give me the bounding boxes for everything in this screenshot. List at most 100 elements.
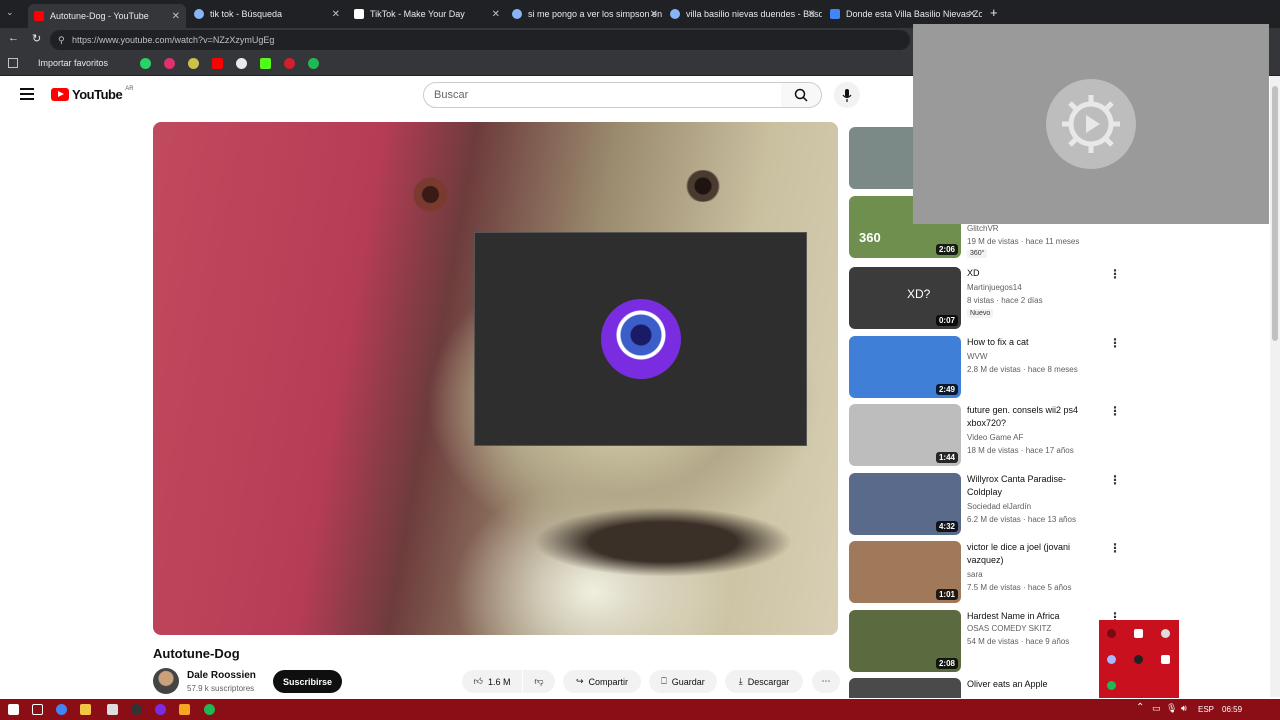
more-vert-icon[interactable]: ⋮ bbox=[1109, 404, 1121, 418]
microphone-icon[interactable]: 🎙︎ bbox=[1166, 703, 1177, 714]
site-info-icon[interactable]: ⚲ bbox=[58, 30, 65, 50]
more-actions-button[interactable]: ⋯ bbox=[812, 670, 840, 693]
start-icon[interactable] bbox=[8, 704, 19, 715]
chrome-icon[interactable] bbox=[56, 704, 67, 715]
close-icon[interactable]: ✕ bbox=[968, 9, 976, 20]
tab-label: tik tok - Búsqueda bbox=[210, 9, 283, 19]
video-thumbnail[interactable]: 2:49 bbox=[849, 336, 961, 398]
tab-tiktok-search[interactable]: tik tok - Búsqueda ✕ bbox=[188, 4, 346, 24]
tray-expand-icon[interactable]: ⌃ bbox=[1136, 702, 1144, 713]
spotify-icon[interactable] bbox=[204, 704, 215, 715]
app-icon[interactable] bbox=[131, 704, 142, 715]
dog-mouth bbox=[533, 507, 793, 577]
language-indicator[interactable]: ESP bbox=[1198, 705, 1214, 714]
spotify-icon[interactable] bbox=[308, 58, 319, 69]
list-item[interactable]: 2:49 How to fix a cat ⋮ WVW 2.8 M de vis… bbox=[849, 336, 1121, 398]
video-thumbnail[interactable]: XD? 0:07 bbox=[849, 267, 961, 329]
close-icon[interactable]: ✕ bbox=[492, 9, 500, 20]
apps-icon[interactable] bbox=[8, 58, 18, 68]
youtube-icon[interactable] bbox=[212, 58, 223, 69]
dislike-button[interactable]: 👎︎ bbox=[523, 670, 555, 693]
tab-villa-basilio-zona[interactable]: Donde esta Villa Basilio Nievas Zo ✕ bbox=[824, 4, 982, 24]
chatgpt-icon[interactable] bbox=[236, 58, 247, 69]
close-icon[interactable]: ✕ bbox=[332, 9, 340, 20]
video-title: Autotune-Dog bbox=[153, 646, 240, 661]
url-input[interactable]: ⚲ https://www.youtube.com/watch?v=NZzXzy… bbox=[50, 30, 910, 50]
page-scrollbar[interactable] bbox=[1270, 76, 1280, 697]
app-icon[interactable] bbox=[1134, 655, 1143, 664]
app-icon[interactable] bbox=[179, 704, 190, 715]
subscribe-button[interactable]: Suscribirse bbox=[273, 670, 342, 693]
network-icon[interactable]: ▭ bbox=[1152, 703, 1161, 714]
bookmark-icon[interactable] bbox=[284, 58, 295, 69]
more-vert-icon[interactable]: ⋮ bbox=[1109, 336, 1121, 350]
import-bookmarks[interactable]: Importar favoritos bbox=[38, 58, 108, 68]
scrollbar-thumb[interactable] bbox=[1272, 86, 1278, 341]
app-icon[interactable] bbox=[107, 704, 118, 715]
more-vert-icon[interactable]: ⋮ bbox=[1109, 473, 1121, 487]
voice-search-button[interactable] bbox=[834, 82, 860, 108]
save-label: Guardar bbox=[671, 676, 705, 687]
app-icon[interactable] bbox=[1134, 629, 1143, 638]
camera-app-icon[interactable] bbox=[155, 704, 166, 715]
list-item[interactable]: 1:44 future gen. consels wii2 ps4 xbox72… bbox=[849, 404, 1121, 466]
video-thumbnail[interactable] bbox=[849, 678, 961, 698]
video-thumbnail[interactable]: 1:01 bbox=[849, 541, 961, 603]
app-icon[interactable] bbox=[1107, 655, 1116, 664]
app-icon[interactable] bbox=[1107, 629, 1116, 638]
channel-name: GlitchVR bbox=[967, 224, 999, 233]
more-icon: ⋯ bbox=[821, 676, 831, 686]
video-thumbnail[interactable]: 2:08 bbox=[849, 610, 961, 672]
tab-villa-basilio-search[interactable]: villa basilio nievas duendes - Búsq ✕ bbox=[664, 4, 822, 24]
back-icon[interactable]: ← bbox=[8, 32, 19, 44]
tab-simpson-search[interactable]: si me pongo a ver los simpson en ✕ bbox=[506, 4, 664, 24]
channel-avatar[interactable] bbox=[153, 668, 179, 694]
bookmark-icon[interactable] bbox=[188, 58, 199, 69]
save-button[interactable]: ⎕ Guardar bbox=[649, 670, 717, 693]
new-tab-button[interactable]: + bbox=[990, 5, 998, 20]
download-icon: ⤓ bbox=[738, 676, 743, 686]
list-item[interactable]: XD? 0:07 XD ⋮ Martinjuegos14 8 vistas · … bbox=[849, 267, 1121, 329]
video-title: victor le dice a joel (jovani vazquez) bbox=[967, 542, 1071, 565]
list-item[interactable]: Oliver eats an Apple bbox=[849, 678, 1119, 698]
video-title: future gen. consels wii2 ps4 xbox720? bbox=[967, 405, 1079, 428]
volume-icon[interactable]: 🔊︎ bbox=[1181, 703, 1187, 714]
list-item[interactable]: 2:08 Hardest Name in Africa ⋮ OSAS COMED… bbox=[849, 610, 1121, 672]
close-icon[interactable]: ✕ bbox=[808, 9, 816, 20]
region-code: AR bbox=[125, 85, 134, 92]
like-button[interactable]: 👍︎ 1.6 M bbox=[462, 670, 522, 693]
app-icon[interactable] bbox=[1161, 655, 1170, 664]
video-thumbnail[interactable]: 1:44 bbox=[849, 404, 961, 466]
share-button[interactable]: ↪ Compartir bbox=[563, 670, 641, 693]
more-vert-icon[interactable]: ⋮ bbox=[1109, 267, 1121, 281]
video-thumbnail[interactable]: 4:32 bbox=[849, 473, 961, 535]
view-count: 2.8 M de vistas · hace 8 meses bbox=[967, 365, 1078, 374]
whatsapp-icon[interactable] bbox=[140, 58, 151, 69]
channel-name[interactable]: Dale Roossien bbox=[187, 670, 256, 681]
download-button[interactable]: ⤓ Descargar bbox=[725, 670, 803, 693]
file-explorer-icon[interactable] bbox=[80, 704, 91, 715]
app-icon[interactable] bbox=[1161, 629, 1170, 638]
spotify-icon[interactable] bbox=[1107, 681, 1116, 690]
more-vert-icon[interactable]: ⋮ bbox=[1109, 541, 1121, 555]
instagram-icon[interactable] bbox=[164, 58, 175, 69]
reload-icon[interactable]: ↻ bbox=[32, 32, 41, 45]
youtube-header: YouTube AR Buscar bbox=[0, 76, 912, 114]
search-input[interactable]: Buscar bbox=[423, 82, 782, 108]
close-icon[interactable]: ✕ bbox=[650, 9, 658, 20]
list-item[interactable]: 1:01 victor le dice a joel (jovani vazqu… bbox=[849, 541, 1121, 603]
tab-list-button[interactable]: ⌄ bbox=[6, 7, 20, 21]
tab-tiktok[interactable]: TikTok - Make Your Day ✕ bbox=[348, 4, 506, 24]
kick-icon[interactable] bbox=[260, 58, 271, 69]
close-icon[interactable]: ✕ bbox=[172, 11, 180, 22]
list-item[interactable]: 4:32 Willyrox Canta Paradise-Coldplay ⋮ … bbox=[849, 473, 1121, 535]
channel-name: WVW bbox=[967, 352, 988, 361]
tab-autotune-dog[interactable]: Autotune-Dog - YouTube ✕ bbox=[28, 4, 186, 28]
search-placeholder: Buscar bbox=[434, 89, 469, 101]
clock[interactable]: 06:59 bbox=[1222, 705, 1242, 714]
task-view-icon[interactable] bbox=[32, 704, 43, 715]
youtube-logo[interactable]: YouTube AR bbox=[51, 85, 134, 102]
search-button[interactable] bbox=[781, 82, 822, 108]
menu-icon[interactable] bbox=[20, 88, 34, 100]
bookmark-icon: ⎕ bbox=[661, 676, 667, 686]
